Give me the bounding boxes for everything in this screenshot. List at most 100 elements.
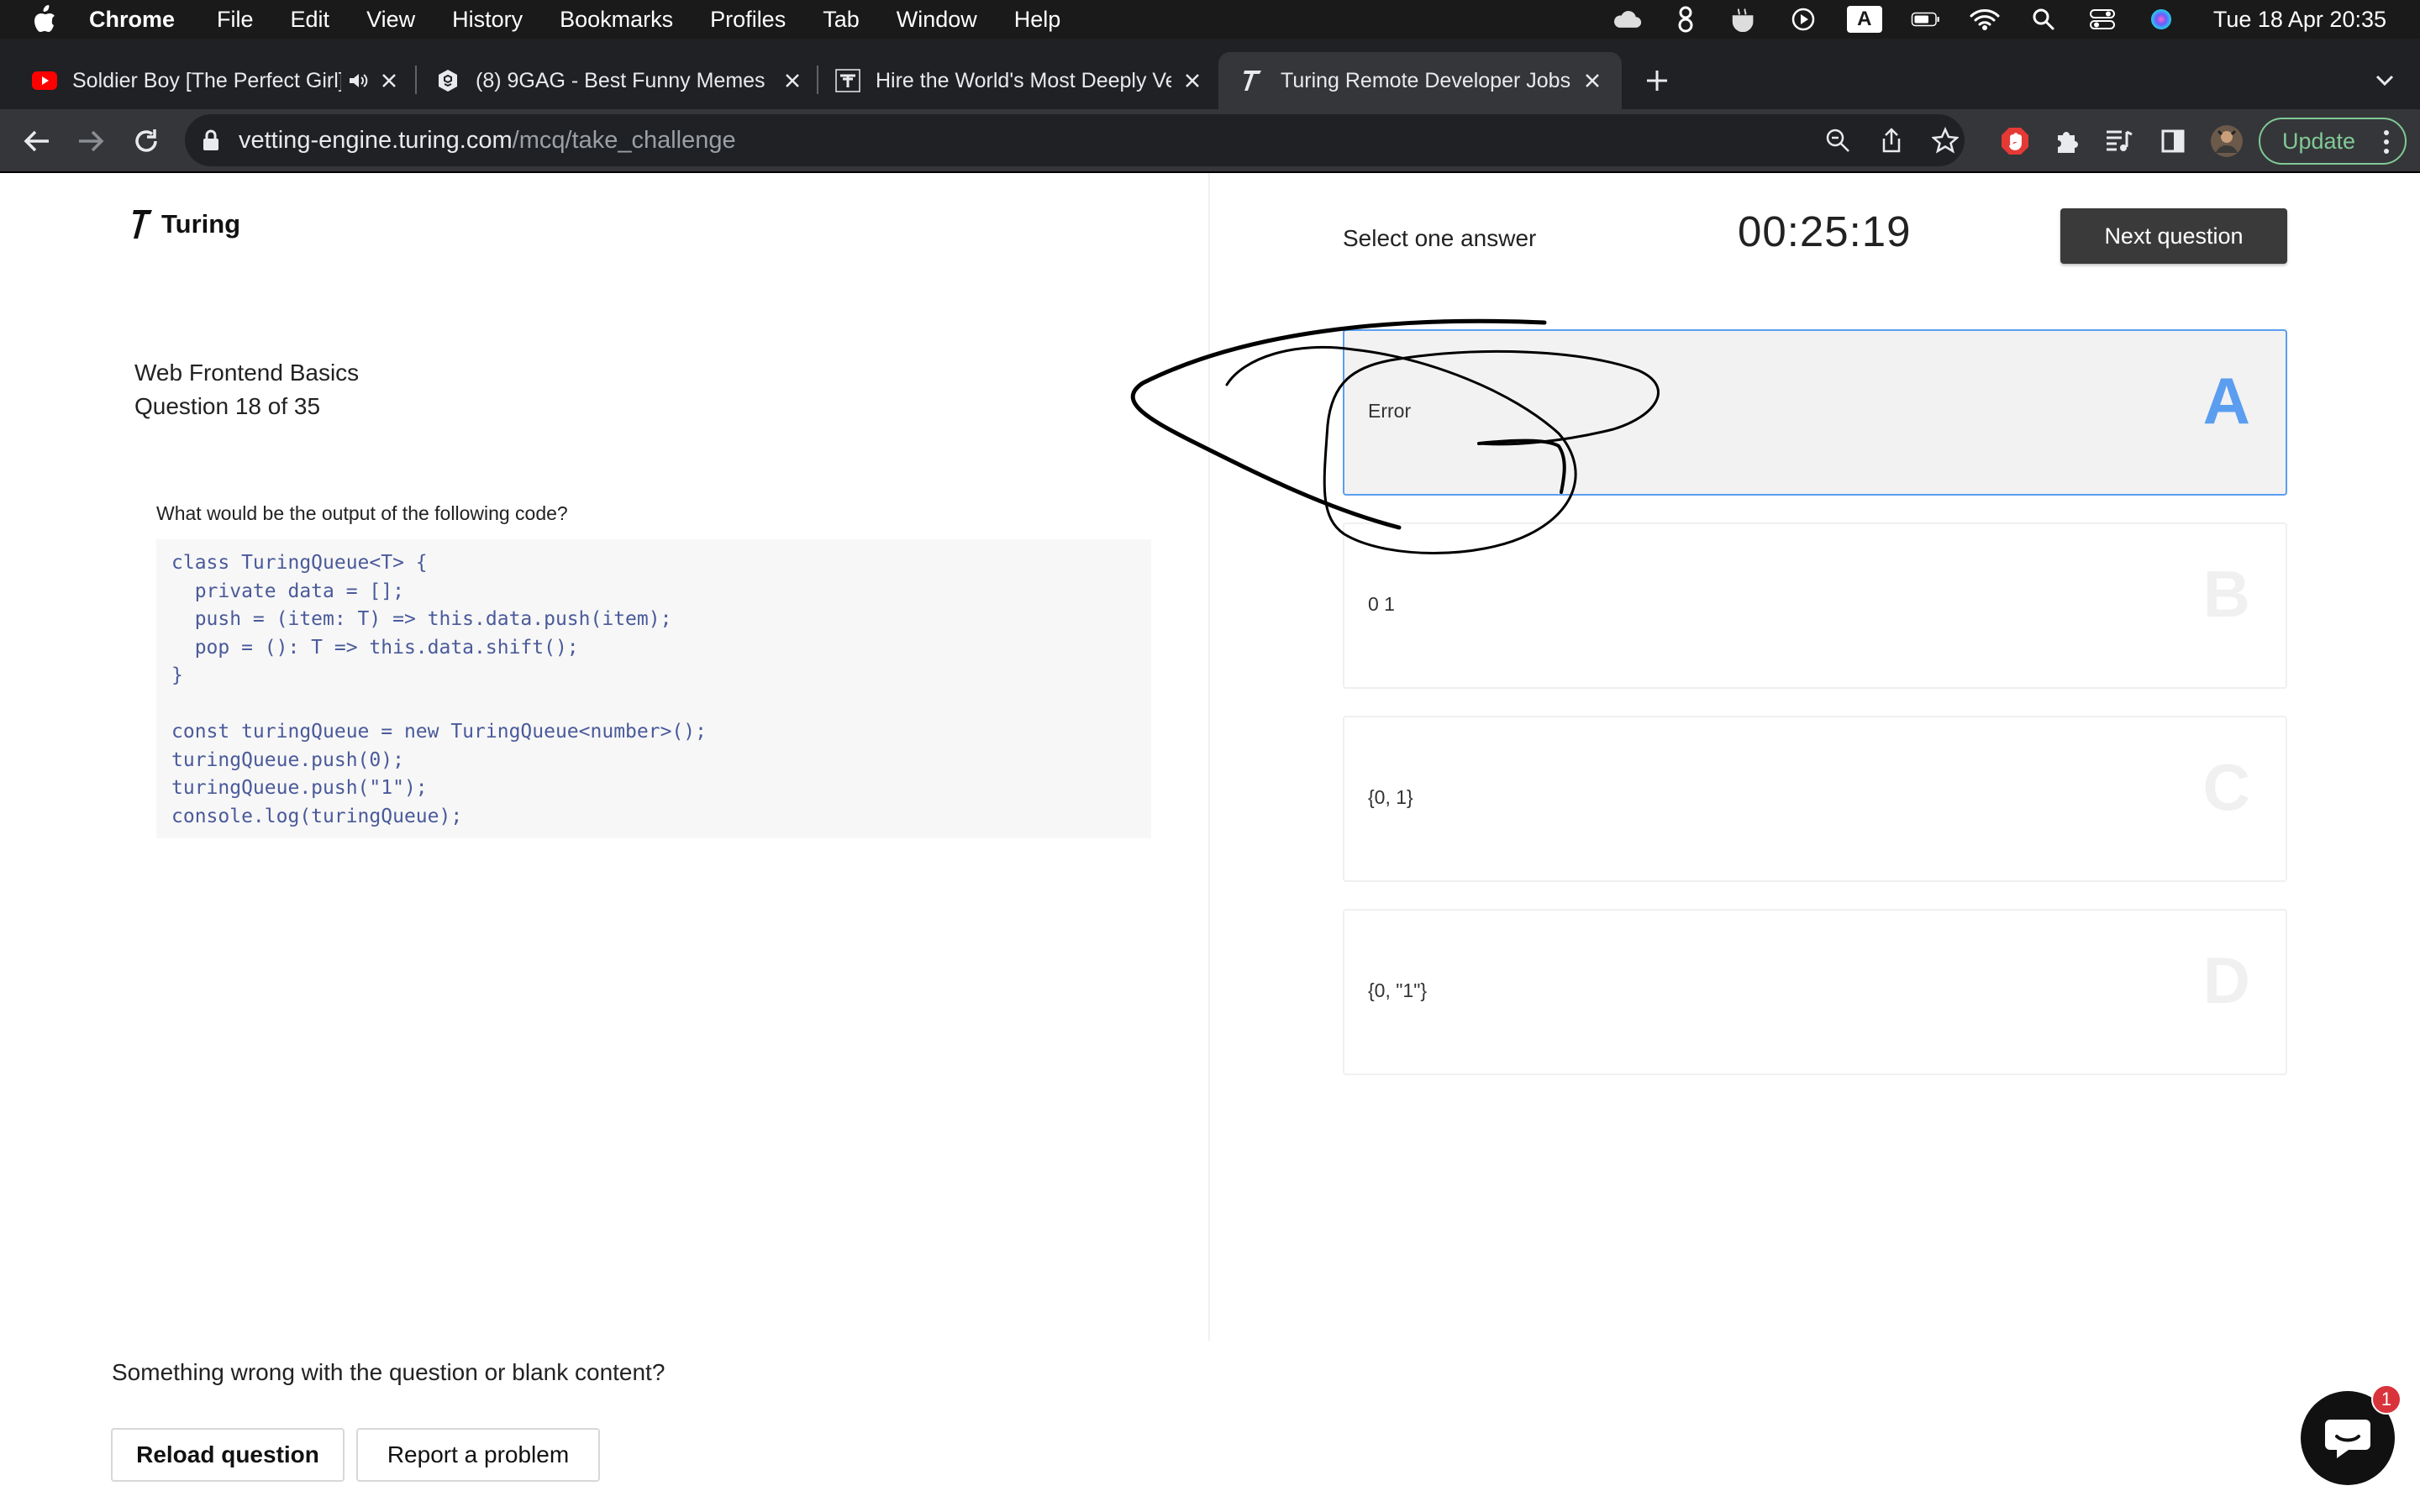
url-text: vetting-engine.turing.com/mcq/take_chall… [239,127,736,155]
siri-icon[interactable] [2146,7,2176,32]
menu-help[interactable]: Help [1014,7,1061,33]
next-question-button[interactable]: Next question [2060,208,2287,264]
reload-question-button[interactable]: Reload question [111,1428,345,1482]
report-problem-button[interactable]: Report a problem [356,1428,600,1482]
tab-separator [415,66,417,94]
turing-icon [1240,68,1265,93]
lock-icon[interactable] [202,129,225,152]
answer-letter: B [2202,557,2250,631]
turing-logo[interactable]: Turing [133,208,240,240]
answer-option-d[interactable]: {0, "1"} D [1343,909,2287,1075]
speaker-icon[interactable] [348,68,368,93]
browser-toolbar: vetting-engine.turing.com/mcq/take_chall… [0,109,2420,173]
test-title: Web Frontend Basics [134,360,360,386]
close-tab-icon[interactable] [376,68,402,93]
grammarly-icon[interactable] [1670,6,1701,33]
update-label: Update [2282,128,2356,154]
input-source-icon[interactable]: A [1846,6,1882,33]
cup-icon[interactable] [1729,7,1760,32]
turing-logo-icon [133,210,152,239]
menu-edit[interactable]: Edit [291,7,330,33]
code-line: turingQueue.push(0); [171,747,1136,775]
arrow-left-icon [24,130,49,152]
code-text: turingQueue.push(0); [171,748,404,771]
code-text: const turingQueue = new TuringQueue<numb… [171,721,707,743]
back-button[interactable] [20,124,54,158]
control-center-icon[interactable] [2087,7,2118,32]
media-controls-icon[interactable] [2102,124,2136,158]
answer-text: {0, 1} [1368,786,1413,808]
side-panel-icon[interactable] [2156,124,2190,158]
menu-profiles[interactable]: Profiles [710,7,786,33]
arrow-right-icon [79,130,104,152]
code-text: pop = (): T => this.data.shift(); [171,636,579,659]
code-line: private data = []; [171,578,1136,606]
menu-app-name[interactable]: Chrome [89,7,175,33]
input-source-letter: A [1857,8,1872,30]
column-divider [1208,173,1210,1341]
code-line: const turingQueue = new TuringQueue<numb… [171,718,1136,747]
wifi-icon[interactable] [1970,7,2000,32]
answer-letter: C [2202,750,2250,824]
url-host: vetting-engine.turing.com [239,126,513,154]
address-bar[interactable]: vetting-engine.turing.com/mcq/take_chall… [185,114,1965,166]
code-line: } [171,662,1136,690]
new-tab-button[interactable] [1639,62,1676,99]
battery-icon[interactable] [1911,7,1941,32]
question-counter: Question 18 of 35 [134,393,321,419]
turing-icon [835,68,860,93]
code-line: turingQueue.push("1"); [171,774,1136,803]
avatar-icon [2211,125,2243,157]
play-circle-icon[interactable] [1788,7,1818,32]
cloud-icon[interactable] [1612,7,1642,32]
close-tab-icon[interactable] [780,68,805,93]
extensions-puzzle-icon[interactable] [2050,124,2084,158]
close-tab-icon[interactable] [1180,68,1205,93]
tab-turing-hire[interactable]: Hire the World's Most Deeply Vetted [835,52,1205,109]
apple-menu-icon[interactable] [32,5,57,34]
url-path: /mcq/take_challenge [512,126,736,154]
reload-button[interactable] [129,124,163,158]
share-icon[interactable] [1876,124,1907,156]
report-prompt-text: Something wrong with the question or bla… [112,1359,666,1385]
reload-icon [135,129,157,152]
tab-9gag[interactable]: (8) 9GAG - Best Funny Memes [435,52,805,109]
select-one-answer-label: Select one answer [1343,225,1537,251]
menu-bookmarks[interactable]: Bookmarks [560,7,673,33]
answer-letter: D [2202,943,2250,1017]
plus-icon [1647,71,1667,91]
answer-option-c[interactable]: {0, 1} C [1343,716,2287,882]
menu-bar-clock[interactable]: Tue 18 Apr 20:35 [2213,7,2386,33]
update-chrome-button[interactable]: Update [2259,118,2407,165]
extension-adblock-icon[interactable] [1998,124,2032,158]
answer-text: {0, "1"} [1368,979,1428,1001]
logo-text: Turing [161,209,241,239]
answer-option-a[interactable]: Error A [1343,329,2287,496]
answer-option-b[interactable]: 0 1 B [1343,522,2287,689]
spotlight-search-icon[interactable] [2028,7,2059,32]
menu-file[interactable]: File [217,7,254,33]
tab-search-button[interactable] [2368,64,2402,97]
forward-button[interactable] [74,124,108,158]
tab-separator [817,66,818,94]
code-text: console.log(turingQueue); [171,805,463,827]
browser-tab-strip: Soldier Boy [The Perfect Girl] (8) 9GAG … [0,39,2420,109]
menu-tab[interactable]: Tab [823,7,860,33]
chat-bubble-icon [2325,1420,2370,1458]
bookmark-star-icon[interactable] [1929,124,1961,156]
profile-avatar[interactable] [2210,124,2244,158]
notification-badge: 1 [2371,1384,2402,1415]
answer-text: Error [1368,400,1412,422]
zoom-icon[interactable] [1822,124,1854,156]
close-tab-icon[interactable] [1580,68,1605,93]
more-vertical-icon[interactable] [2383,129,2390,160]
menu-window[interactable]: Window [897,7,977,33]
tab-youtube[interactable]: Soldier Boy [The Perfect Girl] [32,52,402,109]
code-text: class TuringQueue<T> { [171,552,428,574]
tab-title: (8) 9GAG - Best Funny Memes [476,68,765,92]
9gag-icon [435,68,460,93]
menu-view[interactable]: View [366,7,415,33]
menu-history[interactable]: History [452,7,523,33]
tab-turing-jobs[interactable]: Turing Remote Developer Jobs [1218,52,1622,109]
